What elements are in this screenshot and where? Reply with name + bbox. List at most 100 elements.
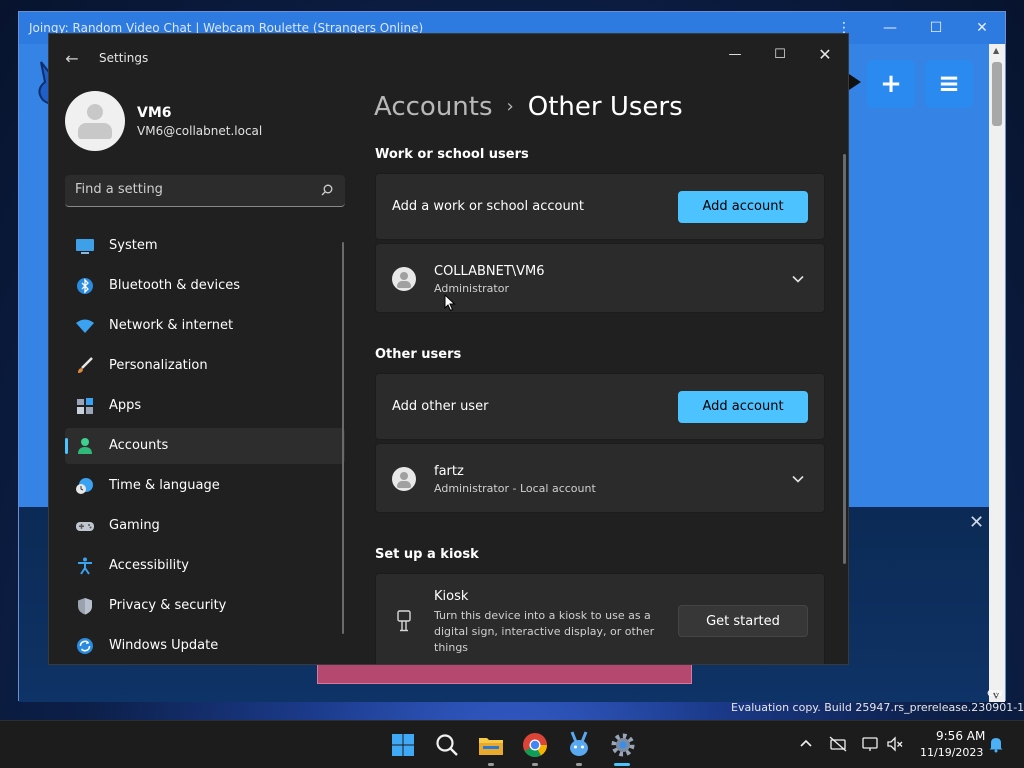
brush-icon (78, 357, 93, 373)
nav-item-personalization[interactable]: Personalization (65, 348, 345, 384)
explorer-running-indicator (488, 763, 494, 766)
kiosk-section-title: Set up a kiosk (375, 547, 479, 562)
settings-title: Settings (99, 51, 149, 65)
settings-window: ← Settings — ☐ ✕ VM6 VM6@collabnet.local… (48, 33, 849, 665)
nav-item-network[interactable]: Network & internet (65, 308, 345, 344)
nav-label: Accessibility (109, 558, 189, 573)
search-box[interactable] (65, 175, 345, 207)
chevron-down-icon[interactable] (792, 475, 804, 483)
settings-gear-icon[interactable] (607, 729, 639, 761)
notification-bell-icon[interactable] (987, 735, 1005, 753)
search-icon[interactable] (321, 184, 333, 196)
browser-maximize-icon[interactable]: ☐ (913, 12, 959, 44)
profile-name: VM6 (137, 105, 172, 121)
clock-time[interactable]: 9:56 AM (936, 729, 985, 743)
nav-item-time-language[interactable]: Time & language (65, 468, 345, 504)
profile-email: VM6@collabnet.local (137, 124, 263, 138)
user-avatar (392, 467, 416, 491)
other-user-role: Administrator - Local account (434, 482, 596, 495)
nav-label: Bluetooth & devices (109, 278, 240, 293)
add-other-user-card: Add other user Add account (375, 373, 825, 440)
profile-avatar[interactable] (65, 91, 125, 151)
nav-item-bluetooth[interactable]: Bluetooth & devices (65, 268, 345, 304)
scroll-up-icon[interactable]: ▲ (993, 46, 999, 55)
browser-scroll-thumb[interactable] (992, 62, 1002, 126)
site-arrow-icon (849, 74, 861, 90)
site-menu-button[interactable]: ≡ (925, 60, 973, 108)
bunny-app-icon[interactable] (563, 729, 595, 761)
settings-titlebar[interactable]: ← Settings — ☐ ✕ (49, 34, 848, 82)
system-icon (76, 239, 94, 254)
nav-item-accounts[interactable]: Accounts (65, 428, 345, 464)
nav-item-windows-update[interactable]: Windows Update (65, 628, 345, 664)
update-icon (77, 638, 93, 654)
nav-item-accessibility[interactable]: Accessibility (65, 548, 345, 584)
site-close-icon[interactable]: ✕ (969, 512, 984, 533)
accessibility-icon (78, 557, 92, 575)
browser-ew-text: ew (987, 686, 1003, 699)
kiosk-title: Kiosk (434, 589, 469, 604)
search-input[interactable] (75, 182, 305, 197)
nav-item-system[interactable]: System (65, 228, 345, 264)
add-work-account-text: Add a work or school account (392, 199, 585, 214)
display-icon[interactable] (861, 735, 879, 753)
close-icon[interactable]: ✕ (802, 40, 848, 70)
nav-label: Windows Update (109, 638, 219, 653)
site-add-button[interactable]: + (867, 60, 915, 108)
breadcrumb-separator: › (506, 96, 514, 117)
add-other-user-button[interactable]: Add account (678, 391, 808, 423)
other-user-name: fartz (434, 464, 464, 479)
other-user-card[interactable]: fartz Administrator - Local account (375, 443, 825, 513)
accounts-icon (78, 438, 92, 454)
clock-globe-icon (76, 478, 93, 494)
settings-active-indicator (614, 763, 630, 766)
nav-item-gaming[interactable]: Gaming (65, 508, 345, 544)
back-arrow-icon[interactable]: ← (61, 48, 83, 70)
nav-label: Gaming (109, 518, 160, 533)
user-avatar (392, 267, 416, 291)
minimize-icon[interactable]: — (712, 40, 758, 70)
settings-nav: System Bluetooth & devices Network & int… (65, 228, 345, 664)
nav-label: Apps (109, 398, 142, 413)
file-explorer-icon[interactable] (475, 729, 507, 761)
page-title: Other Users (527, 92, 683, 122)
nav-label: Accounts (109, 438, 169, 453)
taskbar: 9:56 AM 11/19/2023 (0, 720, 1024, 768)
network-offline-icon[interactable] (829, 735, 847, 753)
kiosk-card: Kiosk Turn this device into a kiosk to u… (375, 573, 825, 664)
browser-close-icon[interactable]: ✕ (959, 12, 1005, 44)
kiosk-icon (397, 610, 411, 632)
maximize-icon[interactable]: ☐ (757, 40, 803, 70)
shield-icon (78, 598, 92, 615)
browser-minimize-icon[interactable]: — (867, 12, 913, 44)
start-icon[interactable] (387, 729, 419, 761)
volume-muted-icon[interactable] (886, 735, 904, 753)
search-icon[interactable] (431, 729, 463, 761)
nav-label: Network & internet (109, 318, 234, 333)
site-pink-button[interactable] (317, 664, 692, 684)
work-user-card[interactable]: COLLABNET\VM6 Administrator (375, 243, 825, 313)
nav-label: Personalization (109, 358, 208, 373)
nav-label: Time & language (109, 478, 220, 493)
nav-scrollbar[interactable] (342, 242, 344, 634)
clock-date[interactable]: 11/19/2023 (920, 746, 983, 759)
add-work-account-card: Add a work or school account Add account (375, 173, 825, 240)
content-scrollbar[interactable] (843, 154, 846, 564)
gamepad-icon (76, 522, 94, 531)
kiosk-description: Turn this device into a kiosk to use as … (434, 609, 655, 654)
other-users-section-title: Other users (375, 347, 462, 362)
chrome-icon[interactable] (519, 729, 551, 761)
chrome-running-indicator (532, 763, 538, 766)
breadcrumb-parent[interactable]: Accounts (374, 92, 493, 122)
bluetooth-icon (77, 278, 93, 294)
chevron-down-icon[interactable] (792, 275, 804, 283)
browser-scrollbar[interactable]: ▲ ▼ (989, 44, 1005, 702)
add-work-account-button[interactable]: Add account (678, 191, 808, 223)
nav-item-apps[interactable]: Apps (65, 388, 345, 424)
nav-item-privacy-security[interactable]: Privacy & security (65, 588, 345, 624)
chevron-up-icon[interactable] (797, 735, 815, 753)
bunny-running-indicator (576, 763, 582, 766)
work-user-name: COLLABNET\VM6 (434, 264, 545, 279)
add-other-user-text: Add other user (392, 399, 489, 414)
kiosk-get-started-button[interactable]: Get started (678, 605, 808, 637)
